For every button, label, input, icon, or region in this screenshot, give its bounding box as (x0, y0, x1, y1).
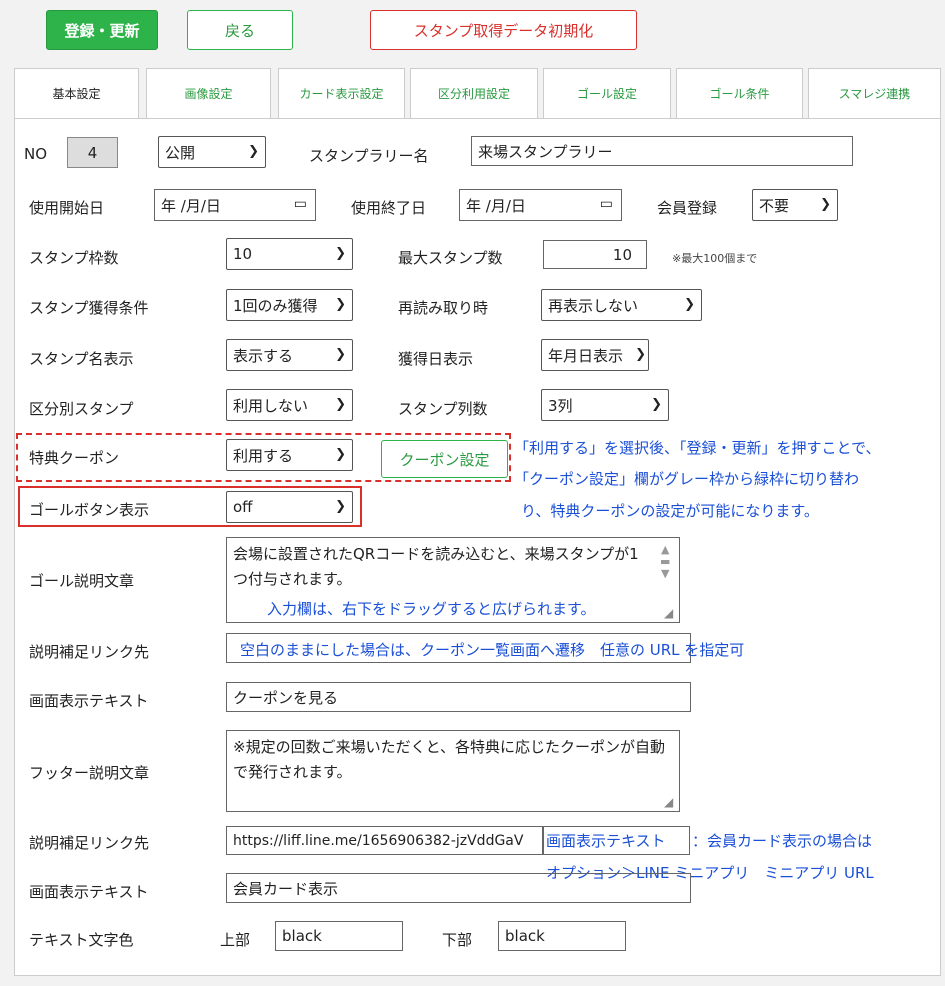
coupon-value: 利用する (233, 446, 294, 465)
start-date-label: 使用開始日 (29, 199, 105, 217)
stamp-columns-value: 3列 (548, 396, 573, 415)
max-stamps-label: 最大スタンプ数 (398, 249, 503, 267)
category-stamp-label: 区分別スタンプ (29, 400, 134, 418)
stamp-name-display-select[interactable]: 表示する ❯ (226, 339, 353, 371)
acquire-condition-label: スタンプ獲得条件 (29, 299, 149, 317)
link2-label: 説明補足リンク先 (29, 834, 150, 852)
tab-smaregi-integration[interactable]: スマレジ連携 (808, 68, 941, 118)
chevron-down-icon: ❯ (335, 447, 346, 462)
scrollbar-icon[interactable]: ▲ ▬ ▼ (660, 544, 670, 580)
reread-label: 再読み取り時 (398, 299, 489, 317)
start-date-input[interactable]: 年 /月/日 ▭ (154, 189, 316, 221)
goal-button-display-select[interactable]: off ❯ (226, 491, 353, 523)
screen-text2-label: 画面表示テキスト (29, 883, 149, 901)
chevron-down-icon: ❯ (335, 246, 346, 261)
footer-description-label: フッター説明文章 (29, 764, 150, 782)
frame-count-label: スタンプ枠数 (29, 249, 119, 267)
screen-note-line1b: ：会員カード表示の場合は (692, 832, 873, 850)
register-update-button[interactable]: 登録・更新 (46, 10, 158, 50)
date-display-select[interactable]: 年月日表示 ❯ (541, 339, 649, 371)
tab-basic-settings[interactable]: 基本設定 (14, 68, 139, 118)
reset-stamp-data-button[interactable]: スタンプ取得データ初期化 (370, 10, 637, 50)
calendar-icon[interactable]: ▭ (600, 196, 613, 212)
reread-value: 再表示しない (548, 296, 639, 315)
frame-count-value: 10 (233, 245, 253, 263)
top-color-label: 上部 (220, 931, 251, 949)
bottom-color-input[interactable]: black (498, 921, 626, 951)
resize-handle-icon[interactable]: ◢ (664, 606, 673, 620)
chevron-down-icon: ❯ (248, 144, 259, 159)
footer-description-textarea[interactable]: ※規定の回数ご来場いただくと、各特典に応じたクーポンが自動で発行されます。 (226, 730, 680, 812)
link2-input[interactable]: https://liff.line.me/1656906382-jzVddGaV (226, 826, 543, 855)
calendar-icon[interactable]: ▭ (294, 196, 307, 212)
visibility-value: 公開 (165, 143, 196, 162)
coupon-settings-button[interactable]: クーポン設定 (381, 440, 508, 478)
tab-category-settings[interactable]: 区分利用設定 (410, 68, 538, 118)
text-color-label: テキスト文字色 (29, 931, 134, 949)
link-note: 空白のままにした場合は、クーポン一覧画面へ遷移 任意の URL を指定可 (240, 641, 745, 659)
stamp-columns-select[interactable]: 3列 ❯ (541, 389, 669, 421)
coupon-note-line2: 「クーポン設定」欄がグレー枠から緑枠に切り替わ (514, 470, 860, 488)
goal-description-label: ゴール説明文章 (29, 572, 135, 590)
date-display-value: 年月日表示 (548, 346, 624, 365)
chevron-down-icon: ❯ (335, 297, 346, 312)
screen-text2-input[interactable]: 会員カード表示 (226, 873, 691, 903)
chevron-down-icon: ❯ (335, 397, 346, 412)
top-color-input[interactable]: black (275, 921, 403, 951)
resize-handle-icon[interactable]: ◢ (664, 795, 673, 809)
max-stamps-note: ※最大100個まで (672, 252, 758, 265)
no-value: 4 (67, 137, 118, 168)
category-stamp-value: 利用しない (233, 396, 309, 415)
coupon-note-line3: り、特典クーポンの設定が可能になります。 (521, 502, 819, 520)
chevron-down-icon: ❯ (635, 347, 646, 362)
end-date-value: 年 /月/日 (466, 196, 526, 215)
tab-goal-settings[interactable]: ゴール設定 (543, 68, 671, 118)
reread-select[interactable]: 再表示しない ❯ (541, 289, 702, 321)
no-label: NO (24, 145, 48, 163)
acquire-condition-select[interactable]: 1回のみ獲得 ❯ (226, 289, 353, 321)
coupon-label: 特典クーポン (29, 449, 120, 467)
chevron-down-icon: ❯ (820, 197, 831, 212)
member-registration-value: 不要 (759, 196, 790, 215)
screen-text1-input[interactable]: クーポンを見る (226, 682, 691, 712)
start-date-value: 年 /月/日 (161, 196, 221, 215)
date-display-label: 獲得日表示 (398, 350, 474, 368)
chevron-down-icon: ❯ (335, 499, 346, 514)
end-date-input[interactable]: 年 /月/日 ▭ (459, 189, 622, 221)
tab-image-settings[interactable]: 画像設定 (146, 68, 271, 118)
stamp-name-display-value: 表示する (233, 346, 294, 365)
back-button[interactable]: 戻る (187, 10, 293, 50)
coupon-note-line1: 「利用する」を選択後、「登録・更新」を押すことで、 (514, 439, 881, 457)
screen-text1-label: 画面表示テキスト (29, 692, 149, 710)
screen-text2-value: 会員カード表示 (233, 879, 339, 898)
acquire-condition-value: 1回のみ獲得 (233, 296, 318, 315)
frame-count-select[interactable]: 10 ❯ (226, 238, 353, 270)
visibility-select[interactable]: 公開 ❯ (158, 136, 266, 168)
stamp-name-display-label: スタンプ名表示 (29, 350, 134, 368)
chevron-down-icon: ❯ (684, 297, 695, 312)
rally-name-input[interactable]: 来場スタンプラリー (471, 136, 853, 166)
link1-label: 説明補足リンク先 (29, 643, 150, 661)
member-registration-label: 会員登録 (657, 199, 718, 217)
tab-goal-conditions[interactable]: ゴール条件 (676, 68, 803, 118)
resize-note: 入力欄は、右下をドラッグすると広げられます。 (267, 598, 596, 619)
max-stamps-input[interactable]: 10 (543, 240, 647, 269)
chevron-down-icon: ❯ (335, 347, 346, 362)
goal-button-display-value: off (233, 498, 253, 516)
member-registration-select[interactable]: 不要 ❯ (752, 189, 838, 221)
coupon-select[interactable]: 利用する ❯ (226, 439, 353, 471)
tab-card-display-settings[interactable]: カード表示設定 (278, 68, 405, 118)
screen-note-line1: 画面表示テキスト (546, 832, 666, 850)
rally-name-label: スタンプラリー名 (309, 147, 429, 165)
bottom-color-label: 下部 (442, 931, 473, 949)
chevron-down-icon: ❯ (651, 397, 662, 412)
goal-button-display-label: ゴールボタン表示 (29, 501, 150, 519)
stamp-columns-label: スタンプ列数 (398, 400, 488, 418)
category-stamp-select[interactable]: 利用しない ❯ (226, 389, 353, 421)
end-date-label: 使用終了日 (351, 199, 427, 217)
